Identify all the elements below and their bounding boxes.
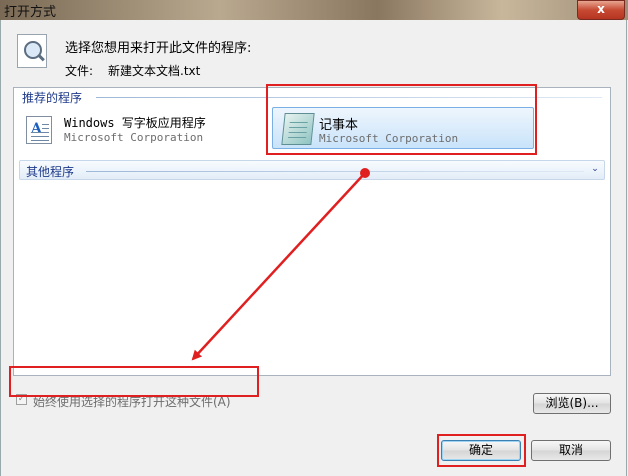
chevron-down-icon[interactable]: ⌄ — [590, 164, 600, 174]
group-recommended-label: 推荐的程序 — [22, 91, 83, 105]
browse-button[interactable]: 浏览(B)... — [533, 393, 611, 414]
group-other-label: 其他程序 — [26, 165, 75, 179]
program-item-wordpad[interactable]: A Windows 写字板应用程序 Microsoft Corporation — [26, 114, 266, 158]
cancel-button[interactable]: 取消 — [531, 440, 611, 461]
wordpad-icon: A — [26, 116, 52, 144]
highlight-notepad — [266, 84, 537, 155]
program-name: Windows 写字板应用程序 — [64, 116, 206, 130]
close-button[interactable]: x — [577, 0, 625, 20]
highlight-ok-button — [437, 434, 526, 467]
title-bar: 打开方式 x — [0, 0, 628, 20]
program-vendor: Microsoft Corporation — [64, 131, 204, 144]
dialog-prompt: 选择您想用来打开此文件的程序: — [65, 41, 252, 56]
highlight-always-use — [9, 366, 259, 397]
window-title: 打开方式 — [4, 5, 57, 20]
close-icon: x — [597, 2, 605, 16]
group-other[interactable]: 其他程序 ⌄ — [19, 160, 605, 180]
file-label: 文件: — [65, 64, 94, 78]
file-name: 新建文本文档.txt — [108, 64, 201, 78]
file-search-icon — [17, 34, 47, 68]
